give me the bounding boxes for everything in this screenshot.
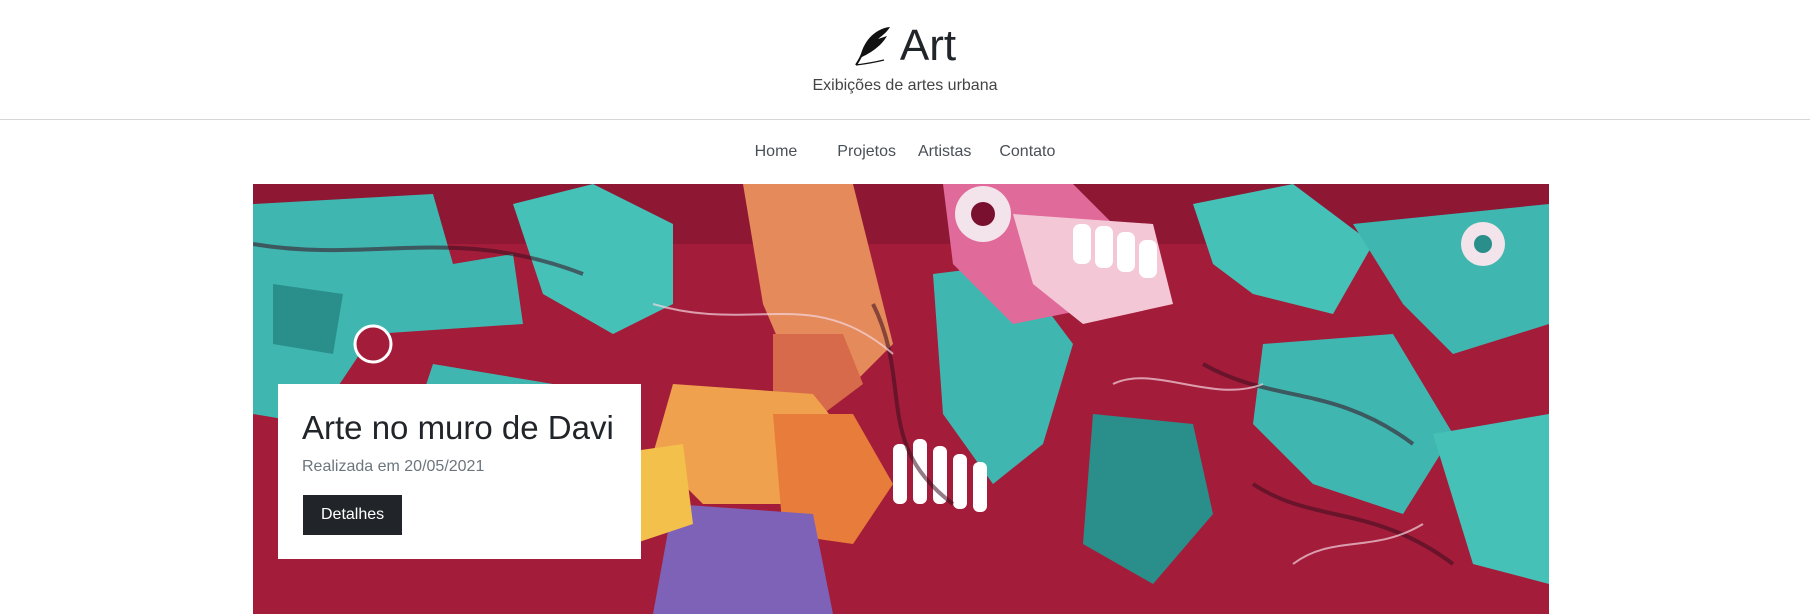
hero-card-title: Arte no muro de Davi xyxy=(302,409,614,446)
nav-artistas[interactable]: Artistas xyxy=(918,143,971,161)
site-title: Art xyxy=(899,21,957,70)
details-button[interactable]: Detalhes xyxy=(303,495,403,535)
site-tagline: Exibições de artes urbana xyxy=(812,77,998,94)
nav-projetos[interactable]: Projetos xyxy=(837,143,896,161)
hero-card: Arte no muro de Davi Realizada em 20/05/… xyxy=(278,384,641,559)
hero-banner: Arte no muro de Davi Realizada em 20/05/… xyxy=(253,184,1549,614)
nav-home[interactable]: Home xyxy=(755,143,798,161)
site-header: Art Exibições de artes urbana xyxy=(0,0,1810,120)
main-nav: Home Projetos Artistas Contato xyxy=(0,120,1810,184)
hero-card-date: Realizada em 20/05/2021 xyxy=(302,458,485,475)
feather-icon xyxy=(855,27,890,66)
nav-contato[interactable]: Contato xyxy=(999,143,1055,161)
brand[interactable]: Art xyxy=(0,20,1810,72)
